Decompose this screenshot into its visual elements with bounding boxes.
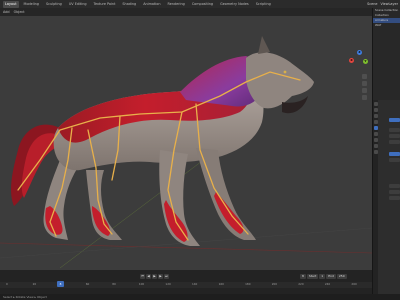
- tool-icon[interactable]: [373, 102, 378, 106]
- gizmo-y-axis[interactable]: Y: [363, 59, 368, 64]
- tab-sculpting[interactable]: Sculpting: [44, 1, 64, 8]
- gizmo-x-axis[interactable]: X: [349, 58, 354, 63]
- view-layer-selector[interactable]: ViewLayer: [381, 2, 399, 6]
- zoom-icon[interactable]: [362, 74, 367, 79]
- frame-tick-label: 220: [298, 282, 304, 286]
- frame-tick-label: 260: [351, 282, 357, 286]
- viewport-nav-tools: [362, 74, 368, 102]
- gizmo-z-axis[interactable]: Z: [357, 50, 362, 55]
- frame-tick-label: 180: [245, 282, 251, 286]
- modifier-wrench-icon[interactable]: [373, 132, 378, 136]
- play-icon[interactable]: ▶: [152, 273, 157, 279]
- wolf-back-legs: [43, 160, 122, 240]
- constraint-icon[interactable]: [373, 144, 378, 148]
- properties-panel: [372, 100, 400, 294]
- camera-icon[interactable]: [362, 88, 367, 93]
- scene-icon[interactable]: [373, 120, 378, 124]
- tab-uv-editing[interactable]: UV Editing: [67, 1, 89, 8]
- tab-shading[interactable]: Shading: [120, 1, 138, 8]
- menu-object[interactable]: Object: [14, 10, 25, 14]
- data-icon[interactable]: [373, 150, 378, 154]
- tab-texture-paint[interactable]: Texture Paint: [92, 1, 118, 8]
- tab-modeling[interactable]: Modeling: [22, 1, 41, 8]
- frame-tick-label: 140: [192, 282, 198, 286]
- wolf-front-legs: [159, 148, 256, 246]
- status-bar: Select ▸ Rotate View ▸ Object: [0, 294, 400, 300]
- start-frame-field[interactable]: 1: [319, 273, 326, 279]
- workspace-tabs-bar: Layout Modeling Sculpting UV Editing Tex…: [0, 0, 400, 8]
- object-name-field[interactable]: [389, 118, 400, 122]
- viewport-header: Add Object: [0, 8, 372, 16]
- frame-tick-label: 120: [165, 282, 171, 286]
- tab-layout[interactable]: Layout: [3, 0, 19, 8]
- outliner-item-wolf[interactable]: Wolf: [373, 23, 400, 28]
- end-frame-label: End: [326, 273, 336, 279]
- tab-geometry-nodes[interactable]: Geometry Nodes: [218, 1, 251, 8]
- playback-controls: ⏮ ◀ ▶ ▶ ⏭: [140, 273, 169, 279]
- frame-tick-label: 100: [138, 282, 145, 286]
- render-icon[interactable]: [373, 108, 378, 112]
- frame-tick-label: 0: [6, 282, 8, 286]
- frame-tick-label: 60: [85, 282, 90, 286]
- frame-tick-label: 80: [112, 282, 116, 286]
- properties-tabs: [373, 100, 378, 294]
- scene-selector[interactable]: Scene: [367, 2, 377, 6]
- jump-end-icon[interactable]: ⏭: [164, 273, 169, 279]
- physics-icon[interactable]: [373, 138, 378, 142]
- frame-ruler[interactable]: 020406080100120140160180200220240260: [0, 282, 372, 288]
- navigation-gizmo[interactable]: Z X Y: [349, 50, 369, 72]
- frame-tick-label: 160: [218, 282, 224, 286]
- property-field-5[interactable]: [389, 158, 400, 162]
- menu-add[interactable]: Add: [3, 10, 10, 14]
- frame-tick-label: 20: [32, 282, 37, 286]
- frame-tick-label: 240: [324, 282, 331, 286]
- frame-range: 8 Start 1 End 250: [300, 273, 347, 279]
- current-frame-field[interactable]: 8: [300, 273, 306, 279]
- pan-hand-icon[interactable]: [362, 81, 367, 86]
- prev-key-icon[interactable]: ◀: [146, 273, 151, 279]
- grid-icon[interactable]: [362, 95, 367, 100]
- jump-start-icon[interactable]: ⏮: [140, 273, 145, 279]
- object-icon[interactable]: [373, 126, 378, 130]
- 3d-viewport[interactable]: Z X Y: [0, 16, 372, 270]
- property-field-6[interactable]: [389, 184, 400, 188]
- output-icon[interactable]: [373, 114, 378, 118]
- outliner-panel: Scene Collection Collection Armature Wol…: [372, 8, 400, 100]
- property-field-1[interactable]: [389, 128, 400, 132]
- property-field-3[interactable]: [389, 140, 400, 144]
- next-key-icon[interactable]: ▶: [158, 273, 163, 279]
- property-field-8[interactable]: [389, 196, 400, 200]
- frame-tick-label: 200: [271, 282, 278, 286]
- end-frame-field[interactable]: 250: [336, 273, 347, 279]
- property-field-7[interactable]: [389, 190, 400, 194]
- wolf-scene: [0, 36, 372, 269]
- tab-compositing[interactable]: Compositing: [190, 1, 215, 8]
- property-field-2[interactable]: [389, 134, 400, 138]
- playhead[interactable]: 8: [57, 281, 64, 287]
- tab-rendering[interactable]: Rendering: [165, 1, 186, 8]
- start-frame-label: Start: [306, 273, 319, 279]
- property-field-4[interactable]: [389, 152, 400, 156]
- tab-scripting[interactable]: Scripting: [254, 1, 273, 8]
- tab-animation[interactable]: Animation: [141, 1, 162, 8]
